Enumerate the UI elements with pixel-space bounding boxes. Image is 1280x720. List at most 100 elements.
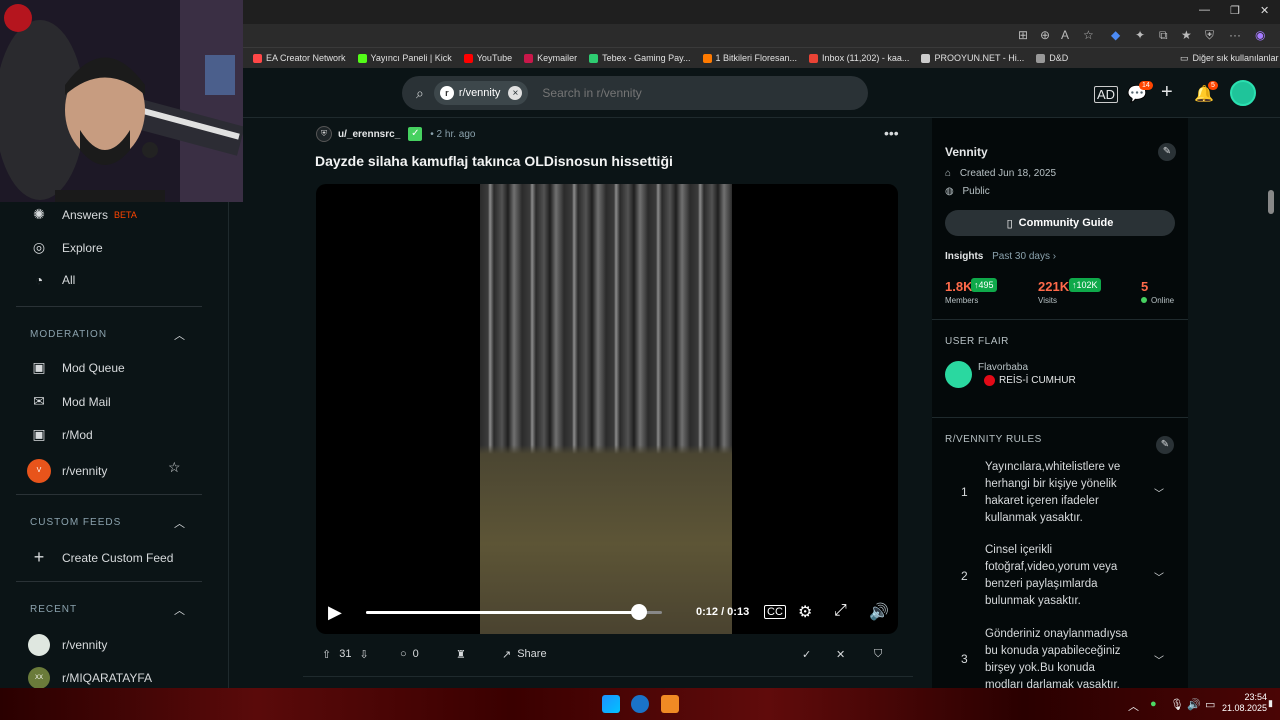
insights-row[interactable]: Insights Past 30 days › xyxy=(945,251,1056,262)
chevron-up-icon[interactable]: ︿ xyxy=(174,602,185,618)
microphone-icon[interactable]: 🎙 xyxy=(1170,698,1184,711)
edit-pencil-icon[interactable]: ✎ xyxy=(1158,143,1176,161)
video-player[interactable]: ▶ 0:12 / 0:13 CC ⚙ ⤢ 🔊 xyxy=(316,184,898,634)
bookmark-item[interactable]: Inbox (11,202) - kaa... xyxy=(809,53,909,63)
author-avatar[interactable]: ⛨ xyxy=(316,126,332,142)
community-guide-button[interactable]: ▯ Community Guide xyxy=(945,210,1175,236)
taskbar-clock[interactable]: 23:54 21.08.2025 xyxy=(1222,692,1267,714)
post-author[interactable]: u/_erennsrc_ xyxy=(338,129,400,140)
favorites-icon[interactable]: ★ xyxy=(1181,28,1192,42)
sidebar-item-r-mod[interactable]: ▣ r/Mod xyxy=(30,426,92,443)
approve-icon[interactable]: ✓ xyxy=(802,642,811,666)
shield-icon[interactable]: ⛨ xyxy=(1205,28,1214,43)
tray-status-icon[interactable]: ● xyxy=(1150,698,1157,710)
flair-user-avatar[interactable] xyxy=(945,361,972,388)
chevron-down-icon[interactable]: ﹀ xyxy=(1154,485,1164,500)
visits-label: Visits xyxy=(1038,296,1057,305)
bookmark-item[interactable]: Keymailer xyxy=(524,53,577,63)
copilot-icon[interactable]: ◉ xyxy=(1255,28,1265,42)
bookmark-item[interactable]: Tebex - Gaming Pay... xyxy=(589,53,691,63)
app-taskbar-icon[interactable] xyxy=(661,695,679,713)
edit-rules-icon[interactable]: ✎ xyxy=(1156,436,1174,454)
video-time: 0:12 / 0:13 xyxy=(696,606,750,618)
tray-chevron-icon[interactable]: ︿ xyxy=(1128,698,1139,714)
captions-icon[interactable]: CC xyxy=(764,605,786,619)
comment-count: 0 xyxy=(412,648,419,660)
sidebar-item-explore[interactable]: ◎ Explore xyxy=(30,239,103,256)
create-post-icon[interactable]: + xyxy=(1161,81,1173,104)
clear-chip-icon[interactable]: × xyxy=(508,86,523,100)
insights-period: Past 30 days xyxy=(992,251,1050,262)
rule-text: Cinsel içerikli fotoğraf,video,yorum vey… xyxy=(985,544,1118,607)
post-options-icon[interactable]: ••• xyxy=(884,125,899,141)
sidebar-item-mod-mail[interactable]: ✉ Mod Mail xyxy=(30,393,111,410)
mod-queue-icon: ▣ xyxy=(32,359,46,375)
recent-item-vennity[interactable]: r/vennity xyxy=(28,634,107,656)
chevron-down-icon[interactable]: ﹀ xyxy=(1154,652,1164,667)
chevron-up-icon[interactable]: ︿ xyxy=(174,327,185,343)
more-options-icon[interactable]: ··· xyxy=(1229,28,1241,42)
sidebar-item-label: Answers xyxy=(62,207,109,222)
notification-center-icon[interactable]: ▮ xyxy=(1268,698,1273,709)
favorite-star-icon[interactable]: ☆ xyxy=(168,459,181,476)
zoom-icon[interactable]: ⊕ xyxy=(1040,28,1050,42)
search-bar[interactable]: ⌕ r r/vennity × xyxy=(402,76,868,110)
recent-item-miqaratayfa[interactable]: XX r/MIQARATAYFA xyxy=(28,667,152,689)
remove-icon[interactable]: ✕ xyxy=(836,642,845,666)
sidebar-item-all[interactable]: ◔ All xyxy=(30,272,76,288)
chevron-down-icon[interactable]: ﹀ xyxy=(1154,569,1164,584)
minimize-icon[interactable]: — xyxy=(1199,4,1210,16)
close-window-icon[interactable]: ✕ xyxy=(1260,4,1269,17)
moderation-section-title[interactable]: MODERATION xyxy=(30,329,107,340)
display-icon[interactable]: ▭ xyxy=(1205,698,1215,711)
favorite-star-icon[interactable]: ☆ xyxy=(1083,28,1094,42)
sidebar-item-answers[interactable]: ✺ Answers BETA xyxy=(30,206,137,223)
page-scrollbar[interactable] xyxy=(1268,190,1274,214)
comments-button[interactable]: ○ 0 xyxy=(400,642,419,666)
read-aloud-icon[interactable]: A xyxy=(1061,28,1069,42)
rule-text: Gönderiniz onaylanmadıysa bu konuda yapa… xyxy=(985,628,1128,688)
streamer-webcam-image xyxy=(0,0,243,202)
settings-gear-icon[interactable]: ⚙ xyxy=(798,602,812,622)
post-title[interactable]: Dayzde silaha kamuflaj takınca OLDisnosu… xyxy=(315,153,673,169)
app-icon[interactable]: ⊞ xyxy=(1018,28,1028,42)
downvote-icon[interactable]: ⇩ xyxy=(359,648,368,661)
sidebar-item-mod-queue[interactable]: ▣ Mod Queue xyxy=(30,359,124,376)
extensions-puzzle-icon[interactable]: ✦ xyxy=(1135,28,1145,42)
bookmark-item[interactable]: Yayıncı Paneli | Kick xyxy=(357,53,452,63)
restore-icon[interactable]: ❐ xyxy=(1230,4,1240,17)
fullscreen-icon[interactable]: ⤢ xyxy=(834,602,847,620)
bookmark-item[interactable]: 1 Bitkileri Floresan... xyxy=(702,53,797,63)
bookmark-item[interactable]: D&D xyxy=(1036,53,1068,63)
subreddit-chip[interactable]: r r/vennity × xyxy=(433,81,529,105)
globe-icon: ◍ xyxy=(945,186,954,197)
recent-section-title[interactable]: RECENT xyxy=(30,604,77,615)
bookmark-item[interactable]: YouTube xyxy=(463,53,512,63)
play-icon[interactable]: ▶ xyxy=(328,602,342,623)
rule-item-3[interactable]: 3 Gönderiniz onaylanmadıysa bu konuda ya… xyxy=(932,618,1188,688)
user-avatar[interactable] xyxy=(1230,80,1256,106)
share-button[interactable]: ↗ Share xyxy=(502,642,547,666)
create-custom-feed[interactable]: + Create Custom Feed xyxy=(30,547,174,568)
upvote-icon[interactable]: ⇧ xyxy=(322,648,331,661)
bookmark-item[interactable]: EA Creator Network xyxy=(253,53,346,63)
windows-start-icon[interactable] xyxy=(602,695,620,713)
volume-icon[interactable]: 🔊 xyxy=(869,602,889,622)
visibility-row: ◍ Public xyxy=(945,186,990,197)
extension-icon[interactable]: ◆ xyxy=(1111,28,1120,42)
vennity-avatar: V xyxy=(27,459,51,483)
custom-feeds-section-title[interactable]: CUSTOM FEEDS xyxy=(30,517,121,528)
other-bookmarks[interactable]: ▭ Diğer sık kullanılanlar xyxy=(1180,53,1279,64)
bookmark-item[interactable]: PROOYUN.NET - Hi... xyxy=(921,53,1024,63)
chevron-up-icon[interactable]: ︿ xyxy=(174,515,185,531)
award-button[interactable]: ♜ xyxy=(456,642,466,666)
speaker-icon[interactable]: 🔊 xyxy=(1187,698,1201,711)
advertise-icon[interactable]: AD xyxy=(1094,86,1119,103)
flair-tag[interactable]: REİS-İ CUMHUR xyxy=(984,375,1076,386)
edge-browser-icon[interactable] xyxy=(631,695,649,713)
sidebar-item-vennity[interactable]: V r/vennity xyxy=(27,459,107,483)
split-screen-icon[interactable]: ⧉ xyxy=(1159,28,1168,43)
search-input[interactable] xyxy=(542,86,803,100)
mod-shield-action-icon[interactable]: ⛉ xyxy=(874,642,882,666)
video-progress-track[interactable] xyxy=(366,611,662,614)
